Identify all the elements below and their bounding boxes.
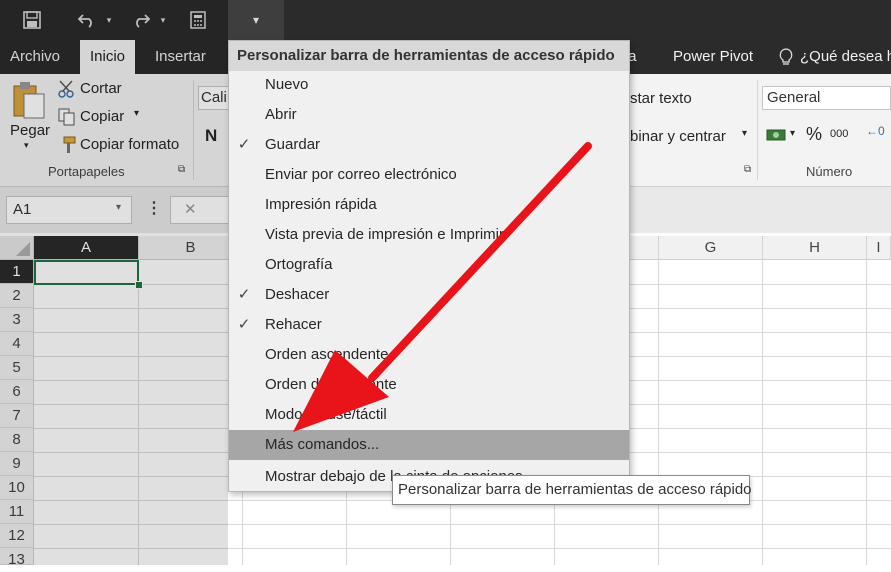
annotation-arrow-icon <box>293 142 592 432</box>
